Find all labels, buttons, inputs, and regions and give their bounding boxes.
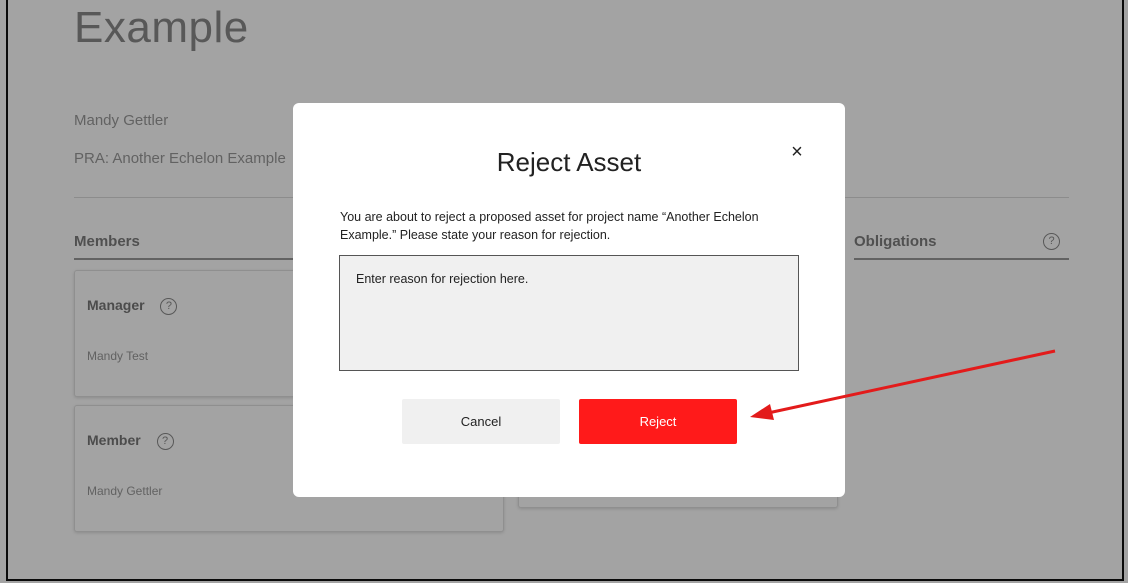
annotation-arrow bbox=[750, 349, 1056, 420]
annotation-arrow-shaft bbox=[767, 349, 1056, 415]
annotation-arrow-head bbox=[750, 404, 774, 420]
